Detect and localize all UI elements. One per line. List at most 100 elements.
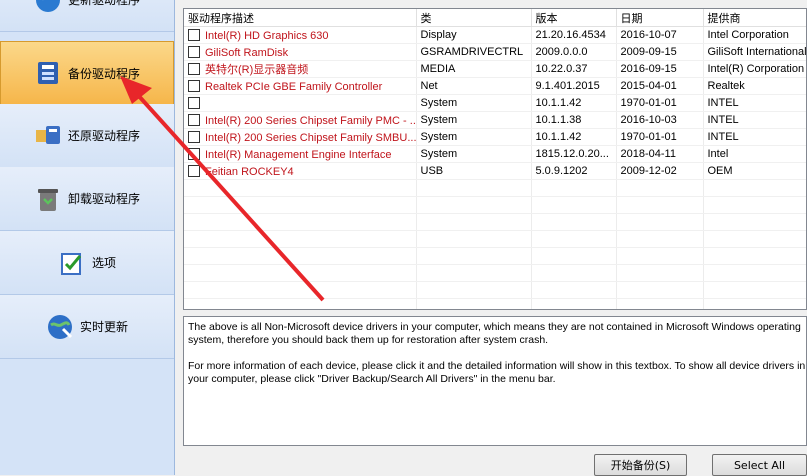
empty-cell [616, 213, 704, 231]
driver-version-cell: 10.1.1.38 [531, 111, 617, 129]
empty-cell [531, 264, 617, 282]
row-checkbox[interactable] [188, 113, 200, 126]
column-header-version[interactable]: 版本 [531, 9, 617, 27]
sidebar-item-label: 还原驱动程序 [67, 129, 140, 143]
table-row[interactable]: Intel(R) 200 Series Chipset Family PMC -… [184, 111, 806, 129]
row-checkbox[interactable] [188, 28, 200, 41]
column-header-class[interactable]: 类 [416, 9, 532, 27]
driver-date-cell: 2016-10-03 [616, 111, 704, 129]
empty-cell [416, 264, 532, 282]
empty-cell [416, 298, 532, 309]
sidebar-item-live-update[interactable]: 实时更新 [0, 295, 174, 359]
driver-name-cell: Intel(R) HD Graphics 630 [184, 26, 417, 44]
driver-class-cell: System [416, 94, 532, 112]
column-header-provider[interactable]: 提供商 [703, 9, 806, 27]
sidebar-item-update-drivers[interactable]: 更新驱动程序 [0, 0, 174, 32]
driver-name-cell: Intel(R) 200 Series Chipset Family PMC -… [184, 111, 417, 129]
table-row[interactable]: Intel(R) 200 Series Chipset Family SMBU.… [184, 128, 806, 146]
empty-cell [616, 179, 704, 197]
driver-version-cell: 10.1.1.42 [531, 94, 617, 112]
row-checkbox[interactable] [188, 45, 200, 58]
driver-description-textbox[interactable]: The above is all Non-Microsoft device dr… [183, 316, 807, 446]
empty-cell [703, 230, 806, 248]
empty-cell [616, 298, 704, 309]
sidebar-item-backup-drivers[interactable]: 备份驱动程序 [0, 41, 174, 105]
driver-class-cell: System [416, 145, 532, 163]
empty-cell [616, 230, 704, 248]
sidebar-item-label: 更新驱动程序 [67, 0, 140, 7]
driver-class-cell: System [416, 128, 532, 146]
empty-cell [703, 247, 806, 265]
table-row[interactable]: Realtek PCIe GBE Family Controller Net 9.1… [184, 77, 806, 95]
empty-cell [703, 196, 806, 214]
row-checkbox[interactable] [188, 147, 200, 160]
empty-cell [416, 247, 532, 265]
table-row[interactable]: System 10.1.1.42 1970-01-01 INTEL [184, 94, 806, 112]
row-checkbox[interactable] [188, 79, 200, 92]
sidebar-item-options[interactable]: 选项 [0, 231, 174, 295]
driver-class-cell: System [416, 111, 532, 129]
driver-list[interactable]: 驱动程序描述 类 版本 日期 提供商 Intel(R) HD Graphics … [183, 8, 807, 310]
start-backup-button[interactable]: 开始备份(S) [594, 454, 687, 476]
row-checkbox[interactable] [188, 130, 200, 143]
empty-cell [616, 247, 704, 265]
sidebar: 更新驱动程序 备份驱动程序 还原驱动程序 卸载驱动程序 选项 实时更新 [0, 0, 175, 475]
description-text: system, therefore you should back them u… [188, 334, 549, 346]
empty-cell [703, 213, 806, 231]
sidebar-item-label: 备份驱动程序 [67, 66, 140, 81]
column-header-date[interactable]: 日期 [616, 9, 704, 27]
driver-name-cell: GiliSoft RamDisk [184, 43, 417, 61]
driver-name-cell: Feitian ROCKEY4 [184, 162, 417, 180]
driver-version-cell: 1815.12.0.20... [531, 145, 617, 163]
empty-cell [531, 213, 617, 231]
driver-class-cell: GSRAMDRIVECTRL [416, 43, 532, 61]
driver-name: 英特尔(R)显示器音频 [205, 64, 309, 76]
empty-row [184, 196, 806, 214]
driver-date-cell: 2016-10-07 [616, 26, 704, 44]
row-checkbox[interactable] [188, 96, 200, 109]
sidebar-item-label: 选项 [91, 256, 116, 270]
driver-date-cell: 2009-09-15 [616, 43, 704, 61]
empty-cell [416, 179, 532, 197]
empty-cell [184, 264, 417, 282]
driver-provider-cell: OEM [703, 162, 806, 180]
driver-class-cell: MEDIA [416, 60, 532, 78]
driver-date-cell: 2009-12-02 [616, 162, 704, 180]
sidebar-item-uninstall-drivers[interactable]: 卸载驱动程序 [0, 167, 174, 231]
column-header-description[interactable]: 驱动程序描述 [184, 9, 417, 27]
refresh-driver-icon [35, 0, 60, 12]
empty-row [184, 281, 806, 299]
row-checkbox[interactable] [188, 63, 200, 75]
empty-cell [531, 281, 617, 299]
sidebar-item-restore-drivers[interactable]: 还原驱动程序 [0, 104, 174, 168]
table-row[interactable]: GiliSoft RamDisk GSRAMDRIVECTRL 2009.0.0.0… [184, 43, 806, 61]
driver-provider-cell: INTEL [703, 94, 806, 112]
empty-cell [184, 247, 417, 265]
driver-provider-cell: Intel(R) Corporation [703, 60, 806, 78]
empty-cell [616, 264, 704, 282]
driver-name-cell: Realtek PCIe GBE Family Controller [184, 77, 417, 95]
row-checkbox[interactable] [188, 164, 200, 177]
driver-provider-cell: INTEL [703, 111, 806, 129]
driver-provider-cell: INTEL [703, 128, 806, 146]
empty-cell [531, 230, 617, 248]
driver-version-cell: 2009.0.0.0 [531, 43, 617, 61]
table-row[interactable]: 英特尔(R)显示器音频 MEDIA 10.22.0.37 2016-09-15 Inte… [184, 60, 806, 78]
backup-driver-icon [37, 62, 58, 84]
sidebar-item-label: 卸载驱动程序 [67, 192, 140, 206]
empty-row [184, 213, 806, 231]
driver-version-cell: 10.1.1.42 [531, 128, 617, 146]
driver-name: Intel(R) 200 Series Chipset Family SMBU.… [205, 131, 416, 144]
driver-name-cell: 英特尔(R)显示器音频 [184, 60, 417, 78]
driver-name-cell [184, 94, 417, 112]
table-row[interactable]: Intel(R) HD Graphics 630 Display 21.20.16.… [184, 26, 806, 44]
driver-class-cell: USB [416, 162, 532, 180]
select-all-button[interactable]: Select All [712, 454, 807, 476]
empty-row [184, 179, 806, 197]
driver-provider-cell: Realtek [703, 77, 806, 95]
table-row[interactable]: Feitian ROCKEY4 USB 5.0.9.1202 2009-12-02 OE… [184, 162, 806, 180]
table-row[interactable]: Intel(R) Management Engine Interface Syst… [184, 145, 806, 163]
empty-cell [416, 196, 532, 214]
driver-name-cell: Intel(R) Management Engine Interface [184, 145, 417, 163]
driver-date-cell: 1970-01-01 [616, 94, 704, 112]
